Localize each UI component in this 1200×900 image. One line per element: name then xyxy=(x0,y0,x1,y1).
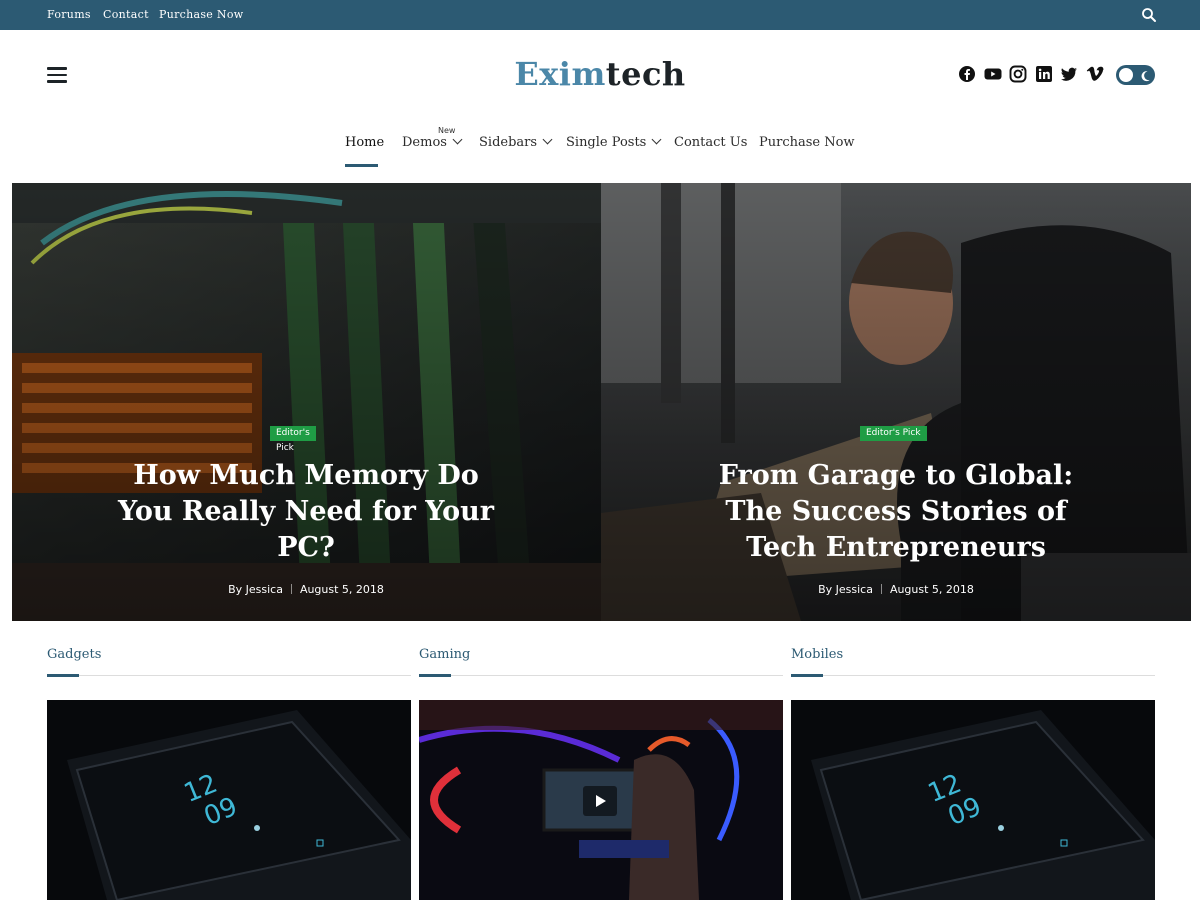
youtube-icon[interactable] xyxy=(984,65,1004,85)
category-divider xyxy=(47,675,411,676)
mobiles-post-image[interactable]: 12 09 xyxy=(791,700,1155,900)
nav-single-posts[interactable]: Single Posts xyxy=(566,134,662,150)
category-title-mobiles[interactable]: Mobiles xyxy=(791,647,843,662)
instagram-icon[interactable] xyxy=(1009,65,1029,85)
hero-post-1-meta: By Jessica August 5, 2018 xyxy=(156,583,456,596)
sun-icon xyxy=(1119,68,1133,82)
editors-pick-badge[interactable]: Editor's Pick xyxy=(860,426,927,441)
nav-demos[interactable]: Demos xyxy=(402,134,463,150)
category-divider xyxy=(419,675,783,676)
chevron-down-icon xyxy=(542,134,553,145)
nav-purchase-now[interactable]: Purchase Now xyxy=(759,135,855,150)
nav-demos-label: Demos xyxy=(402,135,447,150)
post-author[interactable]: By Jessica xyxy=(228,583,283,596)
hero-post-2-title[interactable]: From Garage to Global: The Success Stori… xyxy=(696,458,1096,566)
dark-mode-toggle[interactable] xyxy=(1116,65,1155,85)
topbar-link-purchase[interactable]: Purchase Now xyxy=(159,8,243,21)
editors-pick-badge[interactable]: Editor's Pick xyxy=(270,426,316,453)
topbar-link-contact[interactable]: Contact xyxy=(103,8,149,21)
logo-link[interactable]: Eximtech xyxy=(514,55,685,93)
gadgets-post-image[interactable]: 12 09 xyxy=(47,700,411,900)
post-author[interactable]: By Jessica xyxy=(818,583,873,596)
moon-icon xyxy=(1138,68,1152,82)
category-accent xyxy=(419,674,451,677)
nav-sidebars-label: Sidebars xyxy=(479,135,538,150)
play-video-icon[interactable] xyxy=(583,786,617,816)
nav-sidebars[interactable]: Sidebars xyxy=(479,134,553,150)
new-badge: New xyxy=(438,126,456,135)
facebook-icon[interactable] xyxy=(958,65,978,85)
menu-hamburger-icon[interactable] xyxy=(47,67,67,83)
category-title-gadgets[interactable]: Gadgets xyxy=(47,647,101,662)
category-accent xyxy=(47,674,79,677)
chevron-down-icon xyxy=(452,134,463,145)
vimeo-icon[interactable] xyxy=(1086,65,1106,85)
meta-separator xyxy=(290,584,292,594)
chevron-down-icon xyxy=(651,134,662,145)
post-date: August 5, 2018 xyxy=(889,583,974,596)
nav-active-indicator xyxy=(345,164,378,167)
logo-part-1: Exim xyxy=(514,55,606,93)
category-accent xyxy=(791,674,823,677)
nav-single-posts-label: Single Posts xyxy=(566,135,647,150)
nav-contact-us[interactable]: Contact Us xyxy=(674,135,747,150)
hero-post-1-title[interactable]: How Much Memory Do You Really Need for Y… xyxy=(106,458,506,566)
linkedin-icon[interactable] xyxy=(1035,65,1055,85)
category-divider xyxy=(791,675,1155,676)
post-date: August 5, 2018 xyxy=(299,583,384,596)
topbar-link-forums[interactable]: Forums xyxy=(47,8,91,21)
category-title-gaming[interactable]: Gaming xyxy=(419,647,470,662)
meta-separator xyxy=(880,584,882,594)
logo-part-2: tech xyxy=(605,55,686,93)
nav-home[interactable]: Home xyxy=(345,135,384,150)
search-icon[interactable] xyxy=(1141,7,1157,23)
twitter-icon[interactable] xyxy=(1060,65,1080,85)
hero-post-2-meta: By Jessica August 5, 2018 xyxy=(746,583,1046,596)
top-bar: Forums Contact Purchase Now xyxy=(0,0,1200,30)
